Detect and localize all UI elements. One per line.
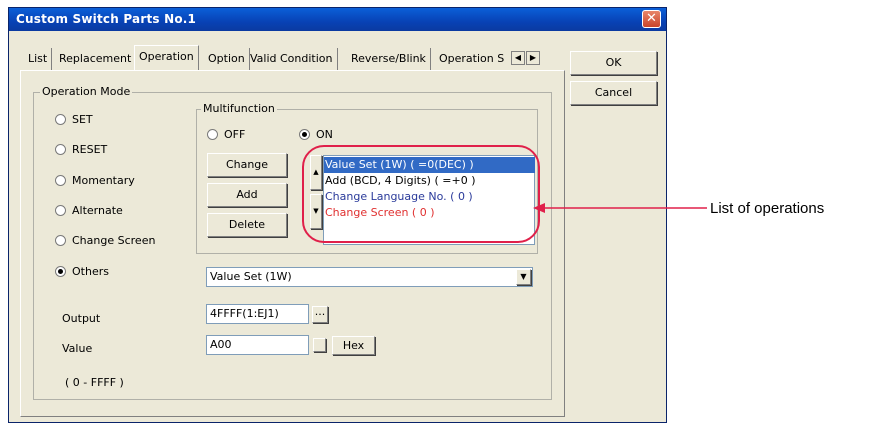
radio-alternate[interactable]: Alternate [55,204,123,217]
tab-reverse-blink[interactable]: Reverse/Blink [347,48,431,70]
radio-indicator [55,175,66,186]
close-icon: ✕ [646,11,657,26]
radio-indicator [55,235,66,246]
window-title: Custom Switch Parts No.1 [16,12,197,26]
radio-alternate-label: Alternate [72,204,123,217]
radio-set[interactable]: SET [55,113,93,126]
radio-indicator [55,144,66,155]
value-label: Value [62,342,93,355]
tab-option[interactable]: Option [204,48,250,70]
radio-indicator [55,114,66,125]
callout-label: List of operations [710,200,825,217]
radio-others[interactable]: Others [55,265,109,278]
tab-valid-condition[interactable]: Valid Condition [246,48,338,70]
tab-operation-s[interactable]: Operation S [435,48,511,70]
tab-operation[interactable]: Operation [134,45,199,70]
chevron-down-icon[interactable]: ▼ [516,269,531,285]
radio-indicator [207,129,218,140]
value-range: ( 0 - FFFF ) [65,376,124,389]
operation-mode-label: Operation Mode [40,85,133,98]
radio-off-label: OFF [224,128,246,141]
operations-callout-oval [302,145,540,243]
radio-momentary[interactable]: Momentary [55,174,135,187]
output-label: Output [62,312,101,325]
close-button[interactable]: ✕ [642,10,661,28]
radio-multifunction-on[interactable]: ON [299,128,333,141]
value-text: A00 [210,338,232,351]
radio-indicator [55,266,66,277]
radio-indicator [55,205,66,216]
others-operation-select[interactable]: Value Set (1W) [206,267,533,287]
radio-set-label: SET [72,113,93,126]
radio-on-label: ON [316,128,333,141]
keypad-icon[interactable] [313,338,326,352]
tab-scroll-right-icon[interactable]: ▶ [526,51,540,65]
radio-reset-label: RESET [72,143,108,156]
add-button[interactable]: Add [207,183,287,207]
radio-reset[interactable]: RESET [55,143,107,156]
select-value: Value Set (1W) [210,270,292,283]
output-browse-button[interactable]: ... [312,306,328,323]
callout-arrow [533,203,707,213]
ok-button[interactable]: OK [570,51,657,75]
tab-list[interactable]: List [24,48,53,70]
radio-others-label: Others [72,265,109,278]
radio-indicator [299,129,310,140]
change-button[interactable]: Change [207,153,287,177]
title-bar: Custom Switch Parts No.1 ✕ [9,8,666,31]
value-field[interactable]: A00 [206,335,309,355]
radio-multifunction-off[interactable]: OFF [207,128,245,141]
radio-change-screen-label: Change Screen [72,234,156,247]
multifunction-label: Multifunction [201,102,277,115]
radio-change-screen[interactable]: Change Screen [55,234,155,247]
tab-scroll-left-icon[interactable]: ◀ [511,51,525,65]
radio-momentary-label: Momentary [72,174,135,187]
hex-button[interactable]: Hex [332,336,375,355]
operation-tab-panel: Operation Mode SET RESET Momentary Alter… [20,70,565,417]
cancel-button[interactable]: Cancel [570,81,657,105]
delete-button[interactable]: Delete [207,213,287,237]
output-value: 4FFFF(1:EJ1) [210,307,279,320]
output-field[interactable]: 4FFFF(1:EJ1) [206,304,309,324]
tab-replacement[interactable]: Replacement [55,48,137,70]
